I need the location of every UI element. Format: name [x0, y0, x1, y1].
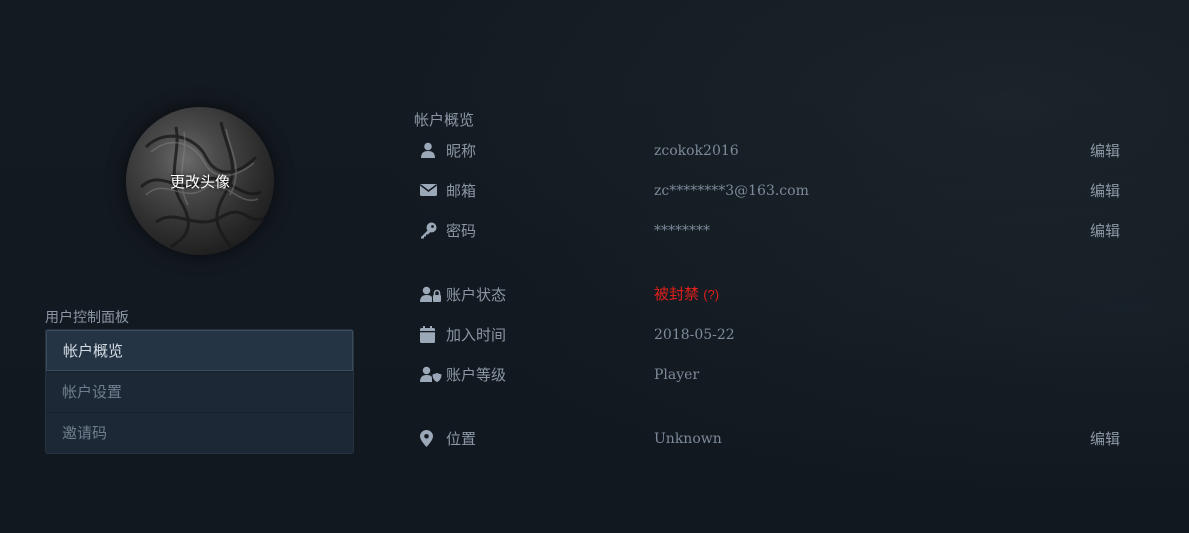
row-account-level: 账户等级 Player: [420, 364, 1130, 386]
user-shield-icon: [420, 366, 442, 384]
location-value: Unknown: [654, 431, 722, 447]
row-nickname: 昵称 zcokok2016 编辑: [420, 140, 1130, 162]
location-label: 位置: [446, 430, 477, 448]
sidebar-item-account-settings[interactable]: 帐户设置: [46, 371, 353, 412]
sidebar-nav: 帐户概览 帐户设置 邀请码: [45, 329, 354, 454]
status-help-link[interactable]: (?): [703, 287, 719, 302]
row-password: 密码 ******** 编辑: [420, 220, 1130, 242]
email-label: 邮箱: [446, 182, 477, 200]
row-account-status: 账户状态 被封禁 (?): [420, 284, 1130, 306]
user-icon: [420, 142, 440, 160]
account-level-value: Player: [654, 367, 700, 383]
account-level-label: 账户等级: [446, 366, 507, 384]
join-date-value: 2018-05-22: [654, 327, 735, 343]
row-email: 邮箱 zc********3@163.com 编辑: [420, 180, 1130, 202]
join-date-label: 加入时间: [446, 326, 507, 344]
key-icon: [420, 222, 440, 240]
email-value: zc********3@163.com: [654, 183, 809, 199]
edit-email-button[interactable]: 编辑: [1090, 180, 1120, 202]
envelope-icon: [420, 182, 440, 200]
section-title: 帐户概览: [414, 111, 475, 129]
nickname-value: zcokok2016: [654, 143, 739, 159]
panel-title: 用户控制面板: [45, 310, 129, 326]
change-avatar-label[interactable]: 更改头像: [126, 171, 274, 192]
row-location: 位置 Unknown 编辑: [420, 428, 1130, 450]
nickname-label: 昵称: [446, 142, 477, 160]
sidebar-item-account-overview[interactable]: 帐户概览: [46, 330, 353, 371]
edit-password-button[interactable]: 编辑: [1090, 220, 1120, 242]
account-status-value: 被封禁 (?): [654, 284, 719, 306]
calendar-icon: [420, 326, 440, 344]
map-marker-icon: [420, 430, 440, 448]
edit-nickname-button[interactable]: 编辑: [1090, 140, 1120, 162]
user-lock-icon: [420, 286, 441, 304]
row-join-date: 加入时间 2018-05-22: [420, 324, 1130, 346]
status-text: 被封禁: [654, 286, 700, 303]
password-value: ********: [654, 223, 710, 239]
sidebar-item-invite-code[interactable]: 邀请码: [46, 412, 353, 453]
password-label: 密码: [446, 222, 477, 240]
avatar[interactable]: 更改头像: [126, 107, 274, 255]
account-status-label: 账户状态: [446, 286, 507, 304]
edit-location-button[interactable]: 编辑: [1090, 428, 1120, 450]
